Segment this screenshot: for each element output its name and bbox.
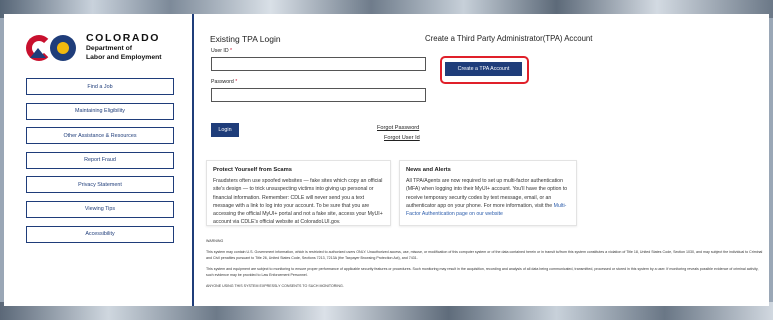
legal-warning-heading: WARNING: [206, 239, 224, 243]
logo-text: COLORADO Department of Labor and Employm…: [86, 32, 162, 61]
logo-dept-line1: Department of: [86, 45, 133, 53]
news-body: All TPA/Agents are now required to set u…: [406, 177, 570, 218]
sidebar-item-other-assistance[interactable]: Other Assistance & Resources: [26, 127, 174, 145]
logo-state-name: COLORADO: [86, 32, 161, 45]
sidebar-item-maintaining-eligibility[interactable]: Maintaining Eligibility: [26, 102, 174, 120]
legal-paragraph-2: This system and equipment are subject to…: [206, 267, 759, 277]
login-button[interactable]: Login: [211, 123, 239, 137]
required-marker: *: [230, 48, 233, 54]
legal-paragraph-1: This system may contain U.S. Government …: [206, 250, 763, 260]
cdle-logo[interactable]: COLORADO Department of Labor and Employm…: [26, 30, 176, 64]
tpa-title: Create a Third Party Administrator(TPA) …: [425, 34, 593, 43]
forgot-password-link[interactable]: Forgot Password: [377, 125, 419, 131]
password-input[interactable]: [211, 88, 426, 102]
create-tpa-account-button[interactable]: Create a TPA Account: [445, 62, 522, 76]
cdle-colorado-logo-icon: [26, 32, 82, 62]
password-label-text: Password: [211, 79, 234, 85]
scams-title: Protect Yourself from Scams: [213, 167, 293, 173]
legal-notice: WARNING This system may contain U.S. Gov…: [206, 238, 766, 294]
required-marker: *: [235, 79, 238, 85]
login-title: Existing TPA Login: [210, 34, 281, 44]
sidebar-item-report-fraud[interactable]: Report Fraud: [26, 151, 174, 169]
user-id-input[interactable]: [211, 57, 426, 71]
forgot-user-id-link[interactable]: Forgot User Id: [384, 135, 420, 141]
logo-dept-line2: Labor and Employment: [86, 53, 162, 61]
sidebar-item-viewing-tips[interactable]: Viewing Tips: [26, 200, 174, 218]
user-id-label-text: User ID: [211, 48, 229, 54]
legal-paragraph-3: ANYONE USING THIS SYSTEM EXPRESSLY CONSE…: [206, 284, 344, 288]
scams-card: Protect Yourself from Scams Fraudsters o…: [206, 160, 391, 226]
sidebar-item-privacy-statement[interactable]: Privacy Statement: [26, 176, 174, 194]
sidebar-item-find-a-job[interactable]: Find a Job: [26, 78, 174, 95]
page-frame: COLORADO Department of Labor and Employm…: [4, 14, 769, 306]
sidebar: COLORADO Department of Labor and Employm…: [4, 14, 194, 306]
news-body-text: All TPA/Agents are now required to set u…: [406, 178, 568, 209]
scams-body: Fraudsters often use spoofed websites — …: [213, 178, 383, 226]
user-id-label: User ID *: [211, 48, 232, 54]
news-title: News and Alerts: [406, 167, 451, 173]
news-card: News and Alerts All TPA/Agents are now r…: [399, 160, 577, 226]
sidebar-nav: Find a Job Maintaining Eligibility Other…: [26, 78, 174, 250]
main-content: Existing TPA Login User ID * Password * …: [196, 14, 769, 306]
password-label: Password *: [211, 79, 237, 85]
sidebar-item-accessibility[interactable]: Accessibility: [26, 225, 174, 243]
